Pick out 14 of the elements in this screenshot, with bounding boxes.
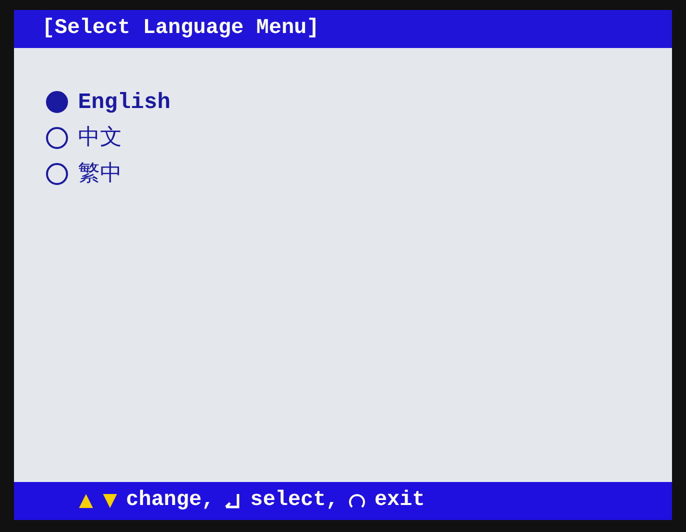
language-option[interactable]: English bbox=[78, 86, 170, 118]
key-hint: exit bbox=[374, 488, 425, 514]
menu-title: [Select Language Menu] bbox=[42, 16, 320, 42]
language-option[interactable]: 繁中 bbox=[78, 158, 122, 190]
back-key-icon bbox=[348, 492, 366, 510]
key-hint: select, bbox=[250, 488, 338, 514]
radio-button[interactable] bbox=[46, 91, 68, 113]
language-option[interactable]: 中文 bbox=[78, 122, 122, 154]
key-hint: change, bbox=[126, 488, 214, 514]
up-triangle-icon bbox=[78, 493, 94, 509]
enter-key-icon bbox=[224, 493, 242, 509]
radio-button[interactable] bbox=[46, 127, 68, 149]
radio-button[interactable] bbox=[46, 163, 68, 185]
down-triangle-icon bbox=[102, 493, 118, 509]
